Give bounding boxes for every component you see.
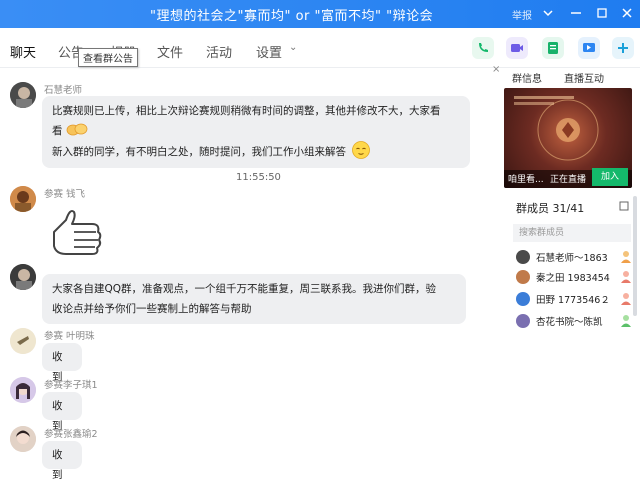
avatar[interactable] [10,186,36,212]
close-icon[interactable] [617,3,637,23]
member-name: 田野 1773546２ [536,295,610,306]
chat-area: 石慧老师 比赛规则已上传，相比上次辩论赛规则稍微有时间的调整，其他并修改不大，大… [0,68,500,480]
add-icon[interactable] [612,37,634,59]
message-line: 新入群的同学，有不明白之处，随时提问，我们工作小组来解答 [52,141,460,162]
member-avatar [516,292,530,306]
member-role-icon [621,271,631,283]
minimize-icon[interactable] [566,3,586,23]
screen-share-icon[interactable] [542,37,564,59]
banner-caption-text: 咱里看... [508,175,544,185]
message-line: 比赛规则已上传，相比上次辩论赛规则稍微有时间的调整，其他并修改不大，大家看 [52,105,441,117]
message-bubble[interactable]: 收到 [42,392,82,432]
member-avatar [516,270,530,284]
join-live-button[interactable]: 加入 [592,168,628,186]
message-bubble[interactable]: 比赛规则已上传，相比上次辩论赛规则稍微有时间的调整，其他并修改不大，大家看 看 … [42,96,470,168]
report-link[interactable]: 举报 [512,7,532,22]
video-icon[interactable] [506,37,528,59]
message-bubble[interactable]: 大家各自建QQ群，准备观点，一个组千万不能重复，周三联系我。我进你们群，验 收论… [42,274,466,324]
member-list-scrollbar[interactable] [632,196,638,316]
member-name: 石慧老师～1863 [536,253,608,264]
phone-icon[interactable] [472,37,494,59]
message-line: 大家各自建QQ群，准备观点，一个组千万不能重复，周三联系我。我进你们群，验 [52,283,437,295]
member-item[interactable]: 石慧老师～1863 [514,248,634,266]
message-sender: 参赛 钱飞 [44,189,86,200]
member-avatar [516,314,530,328]
member-name: 杏花书院～陈凯 [536,317,603,328]
message-bubble[interactable]: 收到 [42,441,82,480]
member-list-icon[interactable] [618,200,630,212]
announcement-tooltip: 查看群公告 [78,48,138,67]
avatar[interactable] [10,377,36,403]
panel-tab-live[interactable]: 直播互动 [564,70,604,85]
timestamp: 11:55:50 [236,172,281,183]
message-line: 看 [52,121,460,141]
avatar[interactable] [10,328,36,354]
panel-close-icon[interactable]: × [492,64,500,75]
member-name: 秦之田 1983454 [536,273,610,284]
live-status: 正在直播 [550,175,587,185]
member-item[interactable]: 杏花书院～陈凯 [514,312,634,330]
message-sender: 石慧老师 [44,85,83,96]
tab-files[interactable]: 文件 [157,42,183,61]
thumbs-up-sticker[interactable] [44,202,114,262]
tab-activity[interactable]: 活动 [206,42,232,61]
message-bubble[interactable]: 收到 [42,343,82,383]
window-title: "理想的社会之"寡而均" or "富而不均" "辩论会 [150,9,434,24]
message-line: 收论点并给予你们一些赛制上的解答与帮助 [52,303,252,315]
tab-settings[interactable]: 设置 [256,42,282,61]
title-bar: "理想的社会之"寡而均" or "富而不均" "辩论会 举报 [0,0,640,28]
relieved-emoji-icon [352,141,371,159]
avatar[interactable] [10,264,36,290]
member-avatar [516,250,530,264]
member-item[interactable]: 田野 1773546２ [514,290,634,308]
chevron-down-icon[interactable] [538,3,558,23]
maximize-icon[interactable] [592,3,612,23]
member-item[interactable]: 秦之田 1983454 [514,268,634,286]
members-title: 群成员 31/41 [516,202,585,215]
avatar[interactable] [10,426,36,452]
avatar[interactable] [10,82,36,108]
settings-chevron-icon[interactable]: ⌄ [289,42,297,53]
clap-emoji-icon [66,123,88,136]
panel-tab-group-info[interactable]: 群信息 [512,70,542,85]
message-sender: 参赛 叶明珠 [44,331,95,342]
member-search-input[interactable] [513,224,631,242]
message-sender: 参赛李子琪1 [44,380,98,391]
member-role-icon [621,315,631,327]
member-role-icon [621,293,631,305]
message-sender: 参赛张鑫瑜2 [44,429,98,440]
member-role-icon [621,251,631,263]
live-share-icon[interactable] [578,37,600,59]
tab-chat[interactable]: 聊天 [10,42,37,70]
